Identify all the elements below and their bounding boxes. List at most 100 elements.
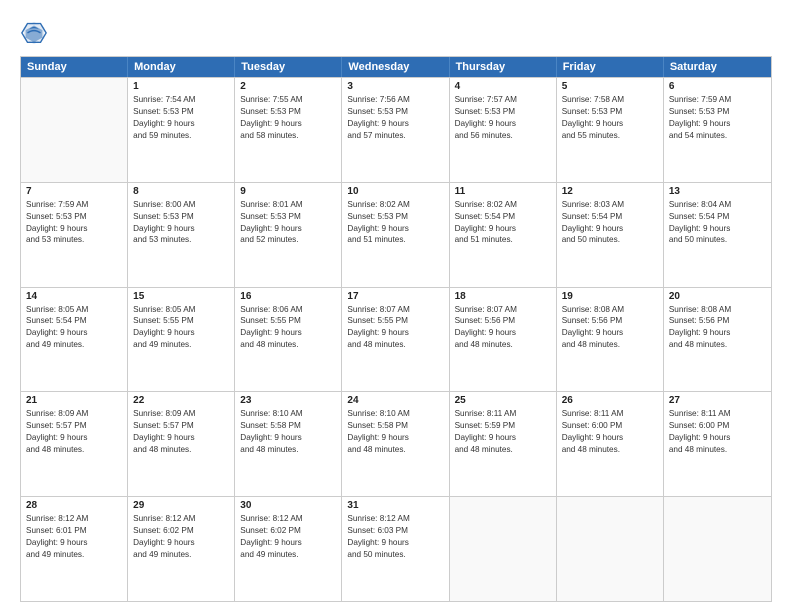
calendar-cell: 29Sunrise: 8:12 AMSunset: 6:02 PMDayligh… <box>128 497 235 601</box>
cell-info-line: Sunset: 5:53 PM <box>240 211 336 223</box>
cell-info-line: and 54 minutes. <box>669 130 766 142</box>
cell-info-line: Sunrise: 8:01 AM <box>240 199 336 211</box>
calendar-row-1: 7Sunrise: 7:59 AMSunset: 5:53 PMDaylight… <box>21 182 771 287</box>
calendar-cell <box>21 78 128 182</box>
calendar-cell: 26Sunrise: 8:11 AMSunset: 6:00 PMDayligh… <box>557 392 664 496</box>
header <box>20 18 772 46</box>
cell-info-line: Daylight: 9 hours <box>455 432 551 444</box>
calendar-row-0: 1Sunrise: 7:54 AMSunset: 5:53 PMDaylight… <box>21 77 771 182</box>
calendar-cell: 28Sunrise: 8:12 AMSunset: 6:01 PMDayligh… <box>21 497 128 601</box>
day-number: 8 <box>133 186 229 197</box>
cell-info-line: Sunset: 5:53 PM <box>455 106 551 118</box>
cell-info-line: Sunset: 6:01 PM <box>26 525 122 537</box>
header-day-saturday: Saturday <box>664 57 771 77</box>
cell-info-line: Sunrise: 8:02 AM <box>455 199 551 211</box>
cell-info-line: Sunset: 6:02 PM <box>133 525 229 537</box>
cell-info-line: Sunrise: 8:12 AM <box>347 513 443 525</box>
cell-info-line: and 48 minutes. <box>240 339 336 351</box>
cell-info-line: Sunset: 5:57 PM <box>26 420 122 432</box>
cell-info-line: Sunrise: 8:03 AM <box>562 199 658 211</box>
day-number: 27 <box>669 395 766 406</box>
cell-info-line: Sunrise: 8:11 AM <box>669 408 766 420</box>
calendar-cell: 3Sunrise: 7:56 AMSunset: 5:53 PMDaylight… <box>342 78 449 182</box>
calendar-cell: 1Sunrise: 7:54 AMSunset: 5:53 PMDaylight… <box>128 78 235 182</box>
day-number: 10 <box>347 186 443 197</box>
cell-info-line: Sunset: 5:53 PM <box>347 106 443 118</box>
calendar-cell <box>557 497 664 601</box>
day-number: 17 <box>347 291 443 302</box>
calendar-row-4: 28 Sunrise: 8:12 AM Sunset: 6:01 PM Dayligh… <box>21 496 771 601</box>
day-number: 19 <box>562 291 658 302</box>
calendar-header: SundayMondayTuesdayWednesdayThursdayFrid… <box>21 57 771 77</box>
cell-info-line: Sunrise: 8:04 AM <box>669 199 766 211</box>
cell-info-line: Sunrise: 8:05 AM <box>26 304 122 316</box>
cell-info-line: Sunset: 6:00 PM <box>669 420 766 432</box>
day-number: 13 <box>669 186 766 197</box>
cell-info-line: Sunrise: 8:09 AM <box>133 408 229 420</box>
cell-info-line: Sunrise: 7:57 AM <box>455 94 551 106</box>
cell-info-line: Daylight: 9 hours <box>455 223 551 235</box>
calendar-row-3: 21Sunrise: 8:09 AMSunset: 5:57 PMDayligh… <box>21 391 771 496</box>
calendar-cell: 4Sunrise: 7:57 AMSunset: 5:53 PMDaylight… <box>450 78 557 182</box>
cell-info-line: and 48 minutes. <box>347 444 443 456</box>
day-number: 28 <box>26 500 122 511</box>
day-number: 11 <box>455 186 551 197</box>
day-number: 4 <box>455 81 551 92</box>
day-number: 20 <box>669 291 766 302</box>
cell-info-line: and 48 minutes. <box>133 444 229 456</box>
calendar-cell: 14Sunrise: 8:05 AMSunset: 5:54 PMDayligh… <box>21 288 128 392</box>
day-number: 21 <box>26 395 122 406</box>
cell-info-line: Sunset: 5:54 PM <box>455 211 551 223</box>
cell-info-line: and 48 minutes. <box>347 339 443 351</box>
cell-info-line: Daylight: 9 hours <box>133 118 229 130</box>
calendar-body: 1Sunrise: 7:54 AMSunset: 5:53 PMDaylight… <box>21 77 771 601</box>
cell-info-line: and 48 minutes. <box>562 339 658 351</box>
day-number: 9 <box>240 186 336 197</box>
cell-info-line: Sunrise: 7:58 AM <box>562 94 658 106</box>
cell-info-line: and 48 minutes. <box>669 444 766 456</box>
cell-info-line: Sunset: 5:55 PM <box>347 315 443 327</box>
day-number: 15 <box>133 291 229 302</box>
day-number: 30 <box>240 500 336 511</box>
calendar-cell: 25Sunrise: 8:11 AMSunset: 5:59 PMDayligh… <box>450 392 557 496</box>
calendar-cell: 23Sunrise: 8:10 AMSunset: 5:58 PMDayligh… <box>235 392 342 496</box>
cell-info-line: Sunset: 5:56 PM <box>562 315 658 327</box>
cell-info-line: Sunset: 6:00 PM <box>562 420 658 432</box>
cell-info-line: Daylight: 9 hours <box>26 327 122 339</box>
cell-info-line: Daylight: 9 hours <box>240 223 336 235</box>
logo <box>20 18 52 46</box>
cell-info-line: and 56 minutes. <box>455 130 551 142</box>
cell-info-line: Daylight: 9 hours <box>669 118 766 130</box>
cell-info-line: Sunrise: 7:56 AM <box>347 94 443 106</box>
day-number: 26 <box>562 395 658 406</box>
cell-info-line: and 57 minutes. <box>347 130 443 142</box>
cell-info-line: Daylight: 9 hours <box>562 223 658 235</box>
cell-info-line: Daylight: 9 hours <box>240 327 336 339</box>
cell-info-line: Sunset: 5:53 PM <box>669 106 766 118</box>
header-day-tuesday: Tuesday <box>235 57 342 77</box>
day-number: 23 <box>240 395 336 406</box>
cell-info-line: and 48 minutes. <box>26 444 122 456</box>
cell-info-line: and 58 minutes. <box>240 130 336 142</box>
cell-info-line: Sunset: 5:53 PM <box>133 211 229 223</box>
cell-info-line: Sunrise: 8:02 AM <box>347 199 443 211</box>
cell-info-line: Sunrise: 8:06 AM <box>240 304 336 316</box>
cell-info-line: Daylight: 9 hours <box>347 223 443 235</box>
calendar-cell: 2Sunrise: 7:55 AMSunset: 5:53 PMDaylight… <box>235 78 342 182</box>
cell-info-line: Daylight: 9 hours <box>26 432 122 444</box>
calendar-cell: 8Sunrise: 8:00 AMSunset: 5:53 PMDaylight… <box>128 183 235 287</box>
cell-info-line: Sunrise: 7:55 AM <box>240 94 336 106</box>
cell-info-line: and 50 minutes. <box>562 234 658 246</box>
day-number: 16 <box>240 291 336 302</box>
cell-info-line: Daylight: 9 hours <box>133 537 229 549</box>
page: SundayMondayTuesdayWednesdayThursdayFrid… <box>0 0 792 612</box>
cell-info-line: Sunrise: 8:10 AM <box>240 408 336 420</box>
cell-info-line: and 49 minutes. <box>133 549 229 561</box>
cell-info-line: and 51 minutes. <box>455 234 551 246</box>
cell-info-line: Daylight: 9 hours <box>669 432 766 444</box>
cell-info-line: and 50 minutes. <box>669 234 766 246</box>
calendar-cell: 10Sunrise: 8:02 AMSunset: 5:53 PMDayligh… <box>342 183 449 287</box>
header-day-thursday: Thursday <box>450 57 557 77</box>
cell-info-line: Daylight: 9 hours <box>669 327 766 339</box>
cell-info-line: Sunrise: 7:59 AM <box>669 94 766 106</box>
